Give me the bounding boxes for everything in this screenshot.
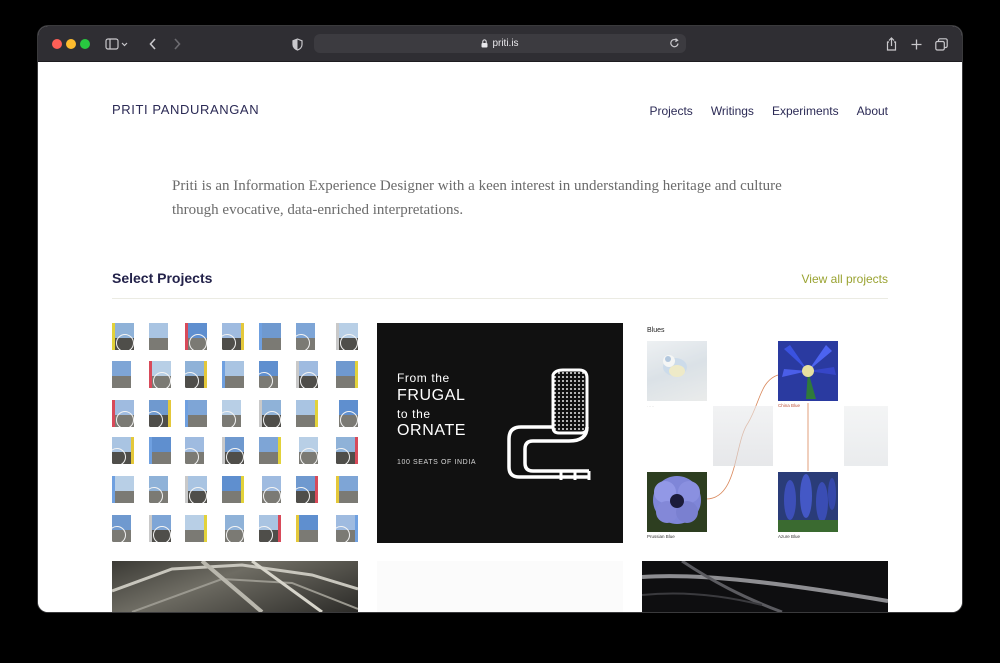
- prussian-blue-label: Prussian Blue: [647, 534, 675, 539]
- china-blue-label: China Blue: [778, 403, 801, 408]
- mosaic-tile: [185, 437, 207, 464]
- mosaic-tile: [296, 361, 318, 388]
- mosaic-tile: [259, 400, 281, 427]
- back-icon[interactable]: [146, 34, 160, 54]
- mosaic-tile: [296, 323, 318, 350]
- mosaic-tile: [149, 515, 171, 542]
- mosaic-tile: [259, 515, 281, 542]
- mosaic-tile: [222, 437, 244, 464]
- mosaic-tile: [149, 400, 171, 427]
- share-icon[interactable]: [884, 34, 898, 54]
- mosaic-tile: [259, 476, 281, 503]
- mosaic-tile: [185, 361, 207, 388]
- mosaic-tile: [222, 361, 244, 388]
- intro-paragraph: Priti is an Information Experience Desig…: [172, 178, 782, 218]
- frugal-title-line4: ORNATE: [397, 422, 467, 439]
- mosaic-tile: [185, 476, 207, 503]
- frugal-title-line3: to the: [397, 407, 431, 421]
- china-blue-photo[interactable]: [778, 341, 838, 401]
- minimize-window-button[interactable]: [66, 39, 76, 49]
- mosaic-tile: [336, 437, 358, 464]
- mosaic-tile: [185, 400, 207, 427]
- nav-experiments[interactable]: Experiments: [772, 104, 839, 118]
- browser-window: priti.is PRITI PANDURANGAN Projects Writ…: [38, 26, 962, 612]
- mosaic-tile: [336, 323, 358, 350]
- mosaic-tile: [259, 437, 281, 464]
- mosaic-tile: [336, 400, 358, 427]
- mosaic-tile: [149, 323, 171, 350]
- new-tab-icon[interactable]: [909, 34, 923, 54]
- zoom-window-button[interactable]: [80, 39, 90, 49]
- mosaic-tile: [112, 361, 134, 388]
- blues-faded-photo-left[interactable]: [713, 406, 773, 466]
- project-card-blues[interactable]: Blues ····· China Blue Prussian Blue Azu…: [642, 323, 888, 543]
- mosaic-tile: [222, 400, 244, 427]
- nav-projects[interactable]: Projects: [649, 104, 692, 118]
- project-card-blank[interactable]: [377, 561, 623, 612]
- frugal-subtitle: 100 SEATS OF INDIA: [397, 459, 477, 466]
- view-all-projects-link[interactable]: View all projects: [802, 272, 888, 286]
- site-brand[interactable]: PRITI PANDURANGAN: [112, 102, 259, 117]
- nav-about[interactable]: About: [857, 104, 888, 118]
- prussian-blue-photo[interactable]: [647, 472, 707, 532]
- forward-icon[interactable]: [170, 34, 184, 54]
- tab-overview-icon[interactable]: [934, 34, 948, 54]
- nav-writings[interactable]: Writings: [711, 104, 754, 118]
- mosaic-tile: [149, 437, 171, 464]
- azure-blue-photo[interactable]: [778, 472, 838, 532]
- browser-toolbar: priti.is: [38, 26, 962, 62]
- blues-caption-faded-1: ·····: [647, 404, 655, 409]
- address-bar[interactable]: priti.is: [314, 34, 686, 53]
- mosaic-tile: [336, 476, 358, 503]
- mosaic-tile: [222, 476, 244, 503]
- privacy-shield-icon[interactable]: [290, 34, 304, 54]
- blues-bird-photo[interactable]: [647, 341, 707, 401]
- project-card-rope-photo[interactable]: [642, 561, 888, 612]
- mosaic-tile: [222, 323, 244, 350]
- frugal-title: From the FRUGAL to the ORNATE: [397, 371, 466, 440]
- mosaic-tile: [112, 437, 134, 464]
- lock-icon: [481, 39, 488, 48]
- project-card-mesh-photo[interactable]: [112, 561, 358, 612]
- mosaic-tile: [149, 476, 171, 503]
- chair-illustration: [507, 368, 591, 480]
- mosaic-tile: [112, 323, 134, 350]
- mosaic-tile: [336, 515, 358, 542]
- project-card-frugal-ornate[interactable]: From the FRUGAL to the ORNATE 100 SEATS …: [377, 323, 623, 543]
- sidebar-toggle-icon[interactable]: [104, 34, 130, 54]
- frugal-title-line2: FRUGAL: [397, 387, 466, 404]
- mosaic-tile: [296, 515, 318, 542]
- mosaic-tile: [185, 323, 207, 350]
- mosaic-tile: [185, 515, 207, 542]
- mosaic-tile: [296, 476, 318, 503]
- section-divider: [112, 298, 888, 299]
- reload-icon[interactable]: [669, 37, 680, 49]
- close-window-button[interactable]: [52, 39, 62, 49]
- web-page: PRITI PANDURANGAN Projects Writings Expe…: [38, 62, 962, 612]
- mosaic-tile: [336, 361, 358, 388]
- frugal-title-line1: From the: [397, 371, 450, 385]
- mosaic-tile: [259, 361, 281, 388]
- mosaic-tile: [149, 361, 171, 388]
- mosaic-tile: [296, 400, 318, 427]
- section-title: Select Projects: [112, 270, 213, 286]
- mosaic-tile: [112, 515, 134, 542]
- mosaic-tile: [112, 476, 134, 503]
- blues-faded-photo-right[interactable]: [844, 406, 888, 466]
- main-nav: Projects Writings Experiments About: [649, 104, 888, 118]
- project-card-mosaic[interactable]: [112, 323, 358, 543]
- mosaic-tile: [222, 515, 244, 542]
- azure-blue-label: Azure Blue: [778, 534, 801, 539]
- address-url: priti.is: [492, 38, 519, 49]
- mosaic-tile: [112, 400, 134, 427]
- mosaic-tile: [259, 323, 281, 350]
- mosaic-tile: [296, 437, 318, 464]
